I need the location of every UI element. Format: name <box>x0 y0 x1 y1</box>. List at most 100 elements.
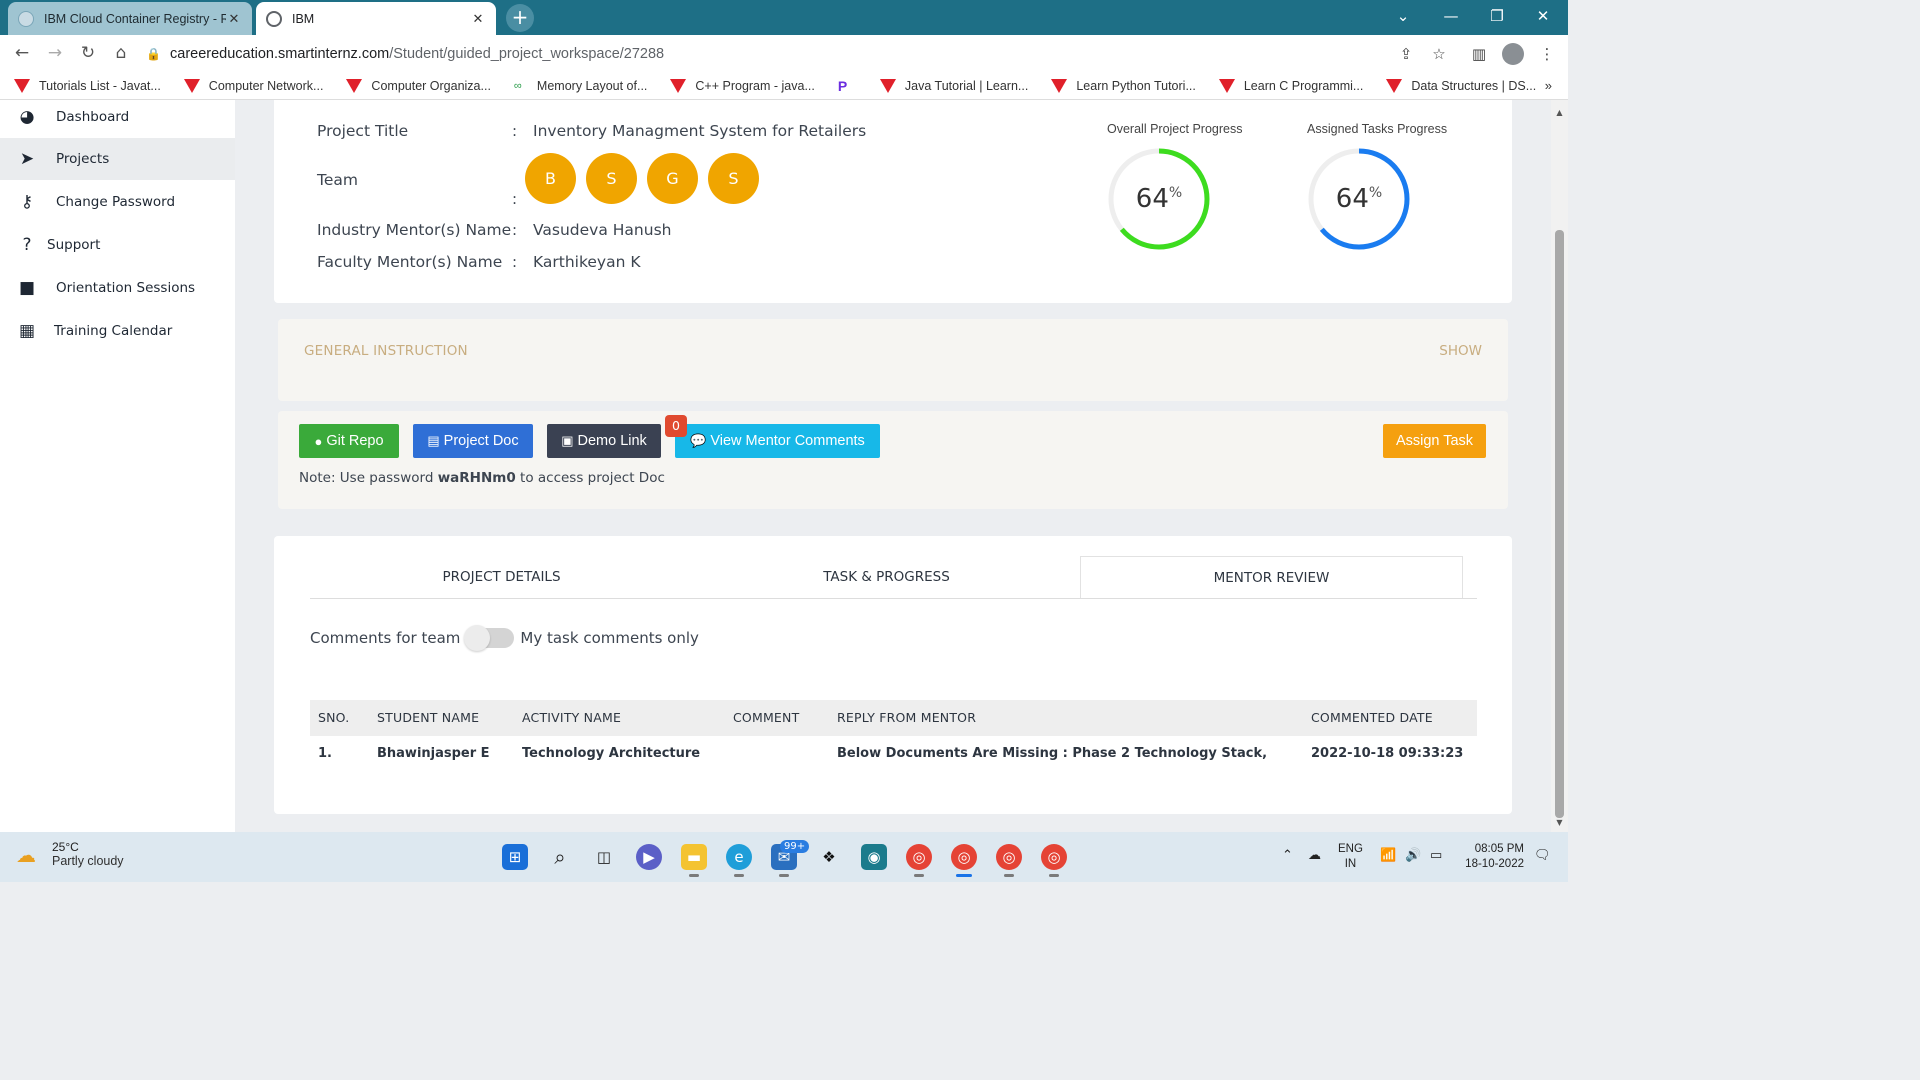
bookmark-favicon-icon <box>346 78 363 93</box>
chrome-icon[interactable]: ◎ <box>906 844 932 877</box>
view-mentor-comments-button[interactable]: 💬 View Mentor Comments <box>675 424 880 458</box>
tab-project-details[interactable]: PROJECT DETAILS <box>310 556 693 598</box>
bookmark-item[interactable]: P <box>838 79 857 93</box>
git-repo-button[interactable]: ● Git Repo <box>299 424 399 458</box>
team-member-avatar[interactable]: B <box>525 153 576 204</box>
side-panel-icon[interactable]: ▥ <box>1468 43 1490 65</box>
team-member-avatar[interactable]: G <box>647 153 698 204</box>
reload-icon[interactable]: ↻ <box>76 41 100 65</box>
weather-widget[interactable]: ☁ 25°C Partly cloudy <box>16 840 124 868</box>
dropbox-icon[interactable]: ❖ <box>816 844 842 870</box>
sidebar-item-dashboard[interactable]: ◕ Dashboard <box>0 96 235 138</box>
weather-temperature: 25°C <box>52 840 79 854</box>
url-field[interactable]: 🔒 careereducation.smartinternz.com /Stud… <box>146 39 1466 68</box>
document-icon: ▤ <box>427 433 440 448</box>
assign-task-button[interactable]: Assign Task <box>1383 424 1486 458</box>
sidebar-item-change-password[interactable]: ⚷ Change Password <box>0 181 235 223</box>
industry-mentor-value: Vasudeva Hanush <box>533 221 672 239</box>
demo-link-button[interactable]: ▣ Demo Link <box>547 424 661 458</box>
page-scrollbar[interactable]: ▲ ▼ <box>1551 100 1568 832</box>
new-tab-button[interactable]: + <box>506 4 534 32</box>
sidebar-item-label: Dashboard <box>56 109 130 125</box>
bookmark-favicon-icon <box>1051 78 1068 93</box>
forward-arrow-icon[interactable]: → <box>43 41 67 65</box>
assign-task-label: Assign Task <box>1395 433 1474 449</box>
edge-browser-icon[interactable]: e <box>726 844 752 877</box>
key-icon: ⚷ <box>20 192 34 212</box>
lock-icon: 🔒 <box>146 46 161 61</box>
close-tab-icon[interactable]: ✕ <box>470 11 486 27</box>
star-icon[interactable]: ☆ <box>1428 43 1450 65</box>
team-member-avatar[interactable]: S <box>586 153 637 204</box>
close-tab-icon[interactable]: ✕ <box>226 11 242 27</box>
scrollbar-thumb[interactable] <box>1555 230 1564 818</box>
palette-icon: ◕ <box>19 107 35 127</box>
tab-title: IBM Cloud Container Registry - R <box>44 11 226 26</box>
browser-tab-ibm-cloud[interactable]: IBM Cloud Container Registry - R ✕ <box>8 2 252 35</box>
volume-icon[interactable]: 🔊 <box>1405 848 1421 863</box>
battery-icon[interactable]: ▭ <box>1430 848 1442 863</box>
bookmarks-overflow-icon[interactable]: » <box>1545 78 1552 93</box>
bookmark-item[interactable]: Learn Python Tutori... <box>1051 78 1196 93</box>
overall-progress-value: 64% <box>1135 184 1183 214</box>
tray-overflow-icon[interactable]: ⌃ <box>1282 848 1293 863</box>
app-icon[interactable]: ◉ <box>861 844 887 870</box>
sidebar-item-projects[interactable]: ➤ Projects <box>0 138 235 180</box>
scroll-down-icon[interactable]: ▼ <box>1551 818 1568 827</box>
wifi-icon[interactable]: 📶 <box>1380 848 1396 863</box>
bookmark-item[interactable]: Learn C Programmi... <box>1218 78 1363 93</box>
bookmark-item[interactable]: Data Structures | DS... <box>1386 78 1536 93</box>
minimize-button[interactable]: — <box>1428 0 1474 35</box>
team-member-avatar[interactable]: S <box>708 153 759 204</box>
menu-dots-icon[interactable]: ⋮ <box>1536 43 1558 65</box>
video-camera-icon: ■ <box>18 278 36 298</box>
sidebar-item-training-calendar[interactable]: ▦ Training Calendar <box>0 310 235 352</box>
share-icon[interactable]: ⇪ <box>1395 43 1417 65</box>
back-arrow-icon[interactable]: ← <box>10 41 34 65</box>
notification-icon[interactable]: 🗨 <box>1534 848 1551 863</box>
profile-avatar-icon[interactable] <box>1502 43 1524 65</box>
chrome-profile-icon[interactable]: ◎ <box>951 844 977 877</box>
home-icon[interactable]: ⌂ <box>109 41 133 65</box>
general-instruction-title: GENERAL INSTRUCTION <box>304 343 468 359</box>
tab-mentor-review[interactable]: MENTOR REVIEW <box>1080 556 1463 598</box>
system-clock[interactable]: 08:05 PM 18-10-2022 <box>1460 842 1524 872</box>
chrome-icon[interactable]: ◎ <box>1041 844 1067 877</box>
search-icon[interactable]: ⌕ <box>547 844 573 870</box>
url-host: careereducation.smartinternz.com <box>170 45 390 62</box>
tab-search-icon[interactable]: ⌄ <box>1380 0 1426 35</box>
tab-task-progress[interactable]: TASK & PROGRESS <box>695 556 1078 598</box>
cell-sno: 1. <box>318 746 332 761</box>
onedrive-icon[interactable]: ☁ <box>1308 848 1321 863</box>
bookmark-item[interactable]: Java Tutorial | Learn... <box>879 78 1028 93</box>
column-header: STUDENT NAME <box>377 710 480 725</box>
comment-filter-toggle[interactable] <box>464 625 515 651</box>
bookmark-item[interactable]: ∞ Memory Layout of... <box>514 79 647 93</box>
sidebar-item-support[interactable]: ? Support <box>0 224 235 266</box>
chat-icon[interactable]: ▶ <box>636 844 662 870</box>
close-window-button[interactable]: ✕ <box>1520 0 1566 35</box>
task-view-icon[interactable]: ◫ <box>591 844 617 870</box>
scroll-up-icon[interactable]: ▲ <box>1551 108 1568 117</box>
language-indicator[interactable]: ENG IN <box>1338 842 1363 872</box>
cell-activity-name: Technology Architecture <box>522 746 701 761</box>
project-doc-button[interactable]: ▤ Project Doc <box>413 424 533 458</box>
bookmark-item[interactable]: Computer Network... <box>183 78 323 93</box>
chrome-profile-b-icon[interactable]: ◎ <box>996 844 1022 877</box>
sidebar-item-orientation-sessions[interactable]: ■ Orientation Sessions <box>0 267 235 309</box>
team-label: Team <box>317 171 358 189</box>
show-instruction-toggle[interactable]: SHOW <box>1439 343 1482 359</box>
tab-divider <box>310 598 1477 599</box>
maximize-button[interactable]: ❐ <box>1474 0 1520 35</box>
bookmark-item[interactable]: Computer Organiza... <box>346 78 491 93</box>
windows-start-icon[interactable]: ⊞ <box>502 844 528 870</box>
bookmark-item[interactable]: Tutorials List - Javat... <box>14 78 161 93</box>
demo-link-label: Demo Link <box>577 433 647 449</box>
weather-condition: Partly cloudy <box>52 854 124 868</box>
file-explorer-icon[interactable]: ▬ <box>681 844 707 877</box>
sidebar-item-label: Orientation Sessions <box>56 280 196 296</box>
comment-filter-row: Comments for team My task comments only <box>310 625 699 651</box>
bookmark-item[interactable]: C++ Program - java... <box>670 78 815 93</box>
sidebar: ◕ Dashboard ➤ Projects ⚷ Change Password… <box>0 100 235 832</box>
browser-tab-ibm[interactable]: IBM ✕ <box>256 2 496 35</box>
